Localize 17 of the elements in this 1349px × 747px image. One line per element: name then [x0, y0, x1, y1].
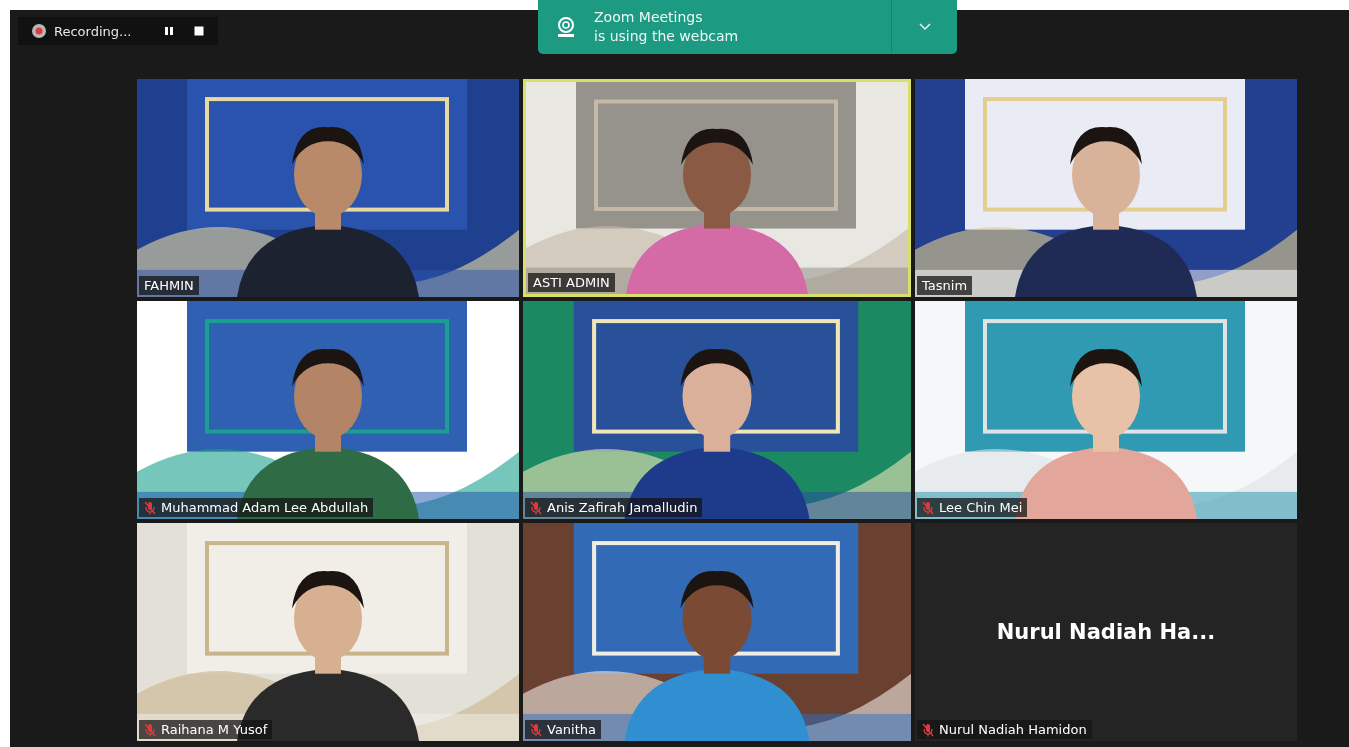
- participant-name: ASTI ADMIN: [533, 275, 610, 290]
- participant-name: Lee Chin Mei: [939, 500, 1023, 515]
- chevron-down-icon: [918, 23, 931, 31]
- participant-name: Muhammad Adam Lee Abdullah: [161, 500, 369, 515]
- participant-name: Nurul Nadiah Hamidon: [939, 722, 1087, 737]
- participant-name: FAHMIN: [144, 278, 194, 293]
- pause-icon: [164, 26, 174, 36]
- notification-title: Zoom Meetings: [594, 8, 704, 27]
- participant-name: Raihana M Yusof: [161, 722, 268, 737]
- participant-display-name: Nurul Nadiah Ha...: [996, 620, 1216, 644]
- recording-status: Recording...: [54, 23, 133, 39]
- record-icon: [32, 24, 46, 38]
- participant-name: Tasnim: [922, 278, 968, 293]
- participant-name: Vanitha: [547, 722, 596, 737]
- participant-name: Anis Zafirah Jamalludin: [547, 500, 698, 515]
- stop-icon: [194, 26, 204, 36]
- notification-message: is using the webcam: [594, 27, 740, 46]
